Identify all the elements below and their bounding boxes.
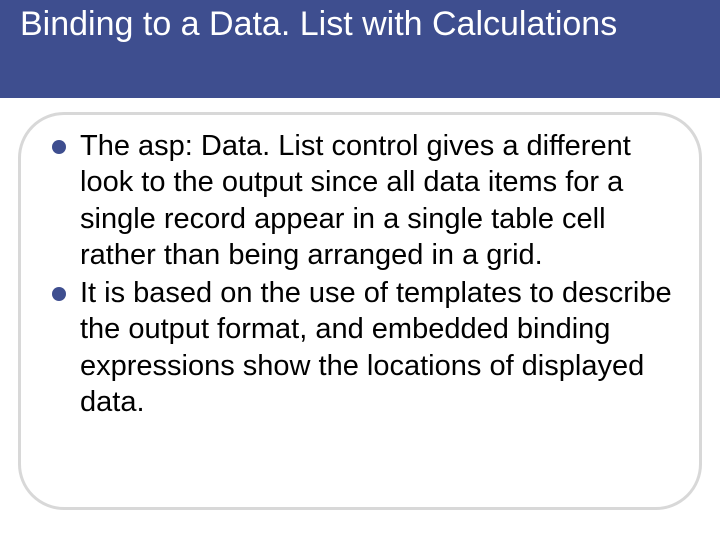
slide: Binding to a Data. List with Calculation… xyxy=(0,0,720,540)
bullet-icon xyxy=(52,140,66,154)
list-item: The asp: Data. List control gives a diff… xyxy=(52,128,682,273)
list-item: It is based on the use of templates to d… xyxy=(52,275,682,420)
content-area: The asp: Data. List control gives a diff… xyxy=(52,128,682,422)
bullet-icon xyxy=(52,287,66,301)
slide-title: Binding to a Data. List with Calculation… xyxy=(20,4,617,45)
title-underline xyxy=(20,94,470,98)
bullet-text: It is based on the use of templates to d… xyxy=(80,275,682,420)
bullet-text: The asp: Data. List control gives a diff… xyxy=(80,128,682,273)
